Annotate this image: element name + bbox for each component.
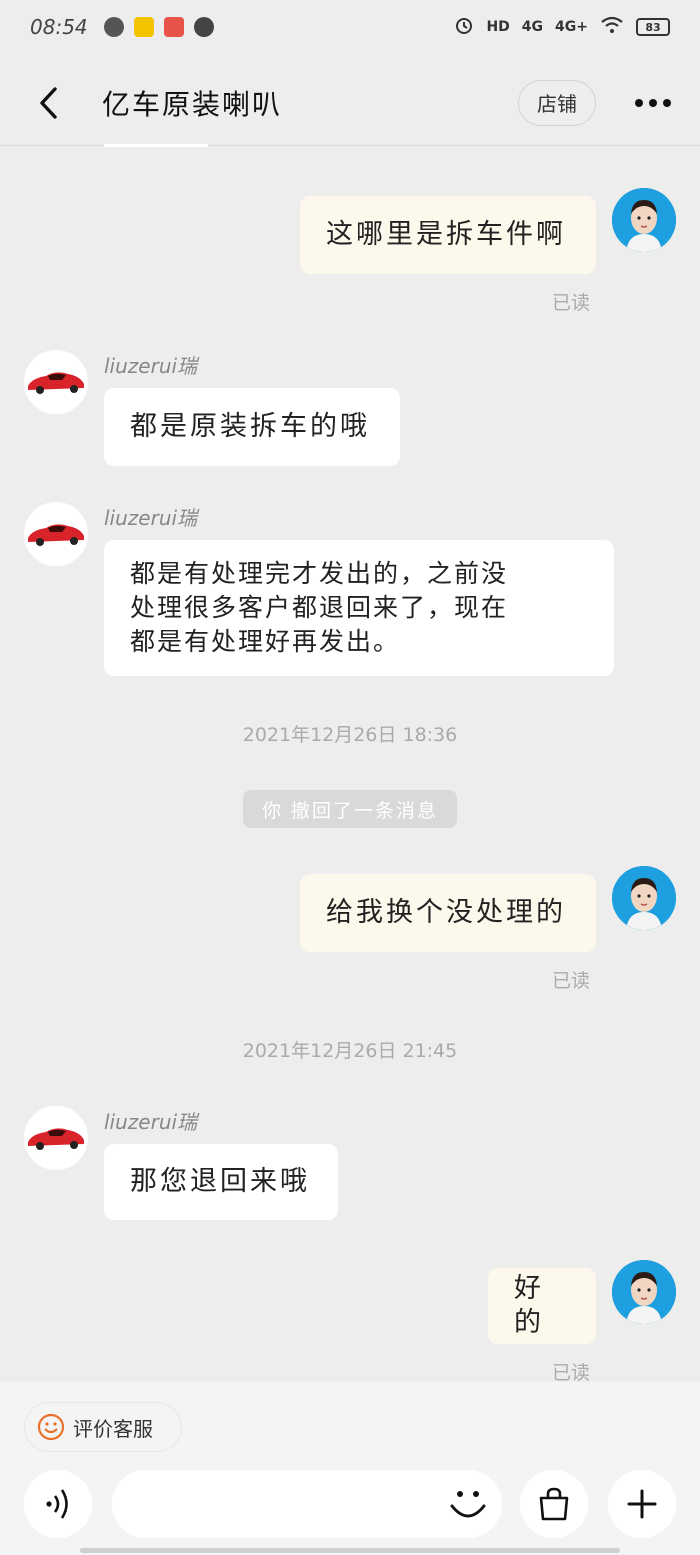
message-text: 给我换个没处理的	[326, 897, 566, 928]
message-text: 那您退回来哦	[130, 1166, 310, 1197]
read-receipt: 已读	[552, 1362, 591, 1384]
read-receipt: 已读	[552, 970, 591, 992]
input-row	[0, 1470, 700, 1542]
rate-service-button[interactable]: 评价客服	[24, 1402, 182, 1452]
bottom-bar: 评价客服	[0, 1382, 700, 1555]
incoming-message-bubble[interactable]: 都是有处理完才发出的，之前没 处理很多客户都退回来了，现在 都是有处理好再发出。	[104, 540, 614, 676]
sender-name: liuzerui瑞	[104, 354, 198, 378]
wifi-icon	[600, 16, 624, 38]
header-underline	[104, 144, 208, 147]
user-avatar[interactable]	[612, 188, 676, 252]
voice-wave-icon	[46, 1489, 68, 1519]
outgoing-message-bubble[interactable]: 这哪里是拆车件啊	[300, 196, 596, 274]
message-text-line: 处理很多客户都退回来了，现在	[130, 593, 509, 622]
status-bar: 08:54 HD 4G 4G+ 83	[0, 0, 700, 54]
timestamp: 2021年12月26日 18:36	[242, 724, 458, 746]
red-car-icon	[24, 1106, 88, 1170]
plus-icon	[627, 1489, 657, 1519]
message-text-line: 都是有处理好再发出。	[130, 627, 401, 656]
more-dots-icon	[635, 98, 671, 107]
home-indicator	[80, 1548, 620, 1553]
red-car-icon	[24, 350, 88, 414]
signal-4g-label: 4G	[521, 19, 544, 35]
message-text: 都是原装拆车的哦	[130, 411, 370, 442]
child-portrait-icon	[612, 866, 676, 930]
sender-name: liuzerui瑞	[104, 506, 198, 530]
hd-signal-label: HD	[486, 19, 510, 35]
signal-4g-plus-label: 4G+	[555, 19, 588, 35]
page-title: 亿车原装喇叭	[102, 87, 283, 121]
user-avatar[interactable]	[612, 866, 676, 930]
sender-name: liuzerui瑞	[104, 1110, 198, 1134]
message-text: 这哪里是拆车件啊	[326, 219, 566, 250]
emoji-button[interactable]	[444, 1478, 492, 1530]
back-button[interactable]	[28, 83, 68, 123]
message-list[interactable]: 这哪里是拆车件啊 已读 liuzerui瑞 都是原装拆车的哦 liuzerui瑞…	[0, 148, 700, 1384]
message-text: 好的	[514, 1273, 544, 1338]
alarm-icon	[454, 15, 474, 39]
status-time: 08:54	[30, 15, 88, 39]
compass-icon	[193, 17, 214, 37]
status-right: HD 4G 4G+ 83	[454, 15, 670, 39]
timestamp: 2021年12月26日 21:45	[242, 1040, 458, 1062]
recall-notice: 你 撤回了一条消息	[243, 790, 457, 828]
meituan-icon	[133, 17, 154, 37]
outgoing-message-bubble[interactable]: 给我换个没处理的	[300, 874, 596, 952]
battery-indicator: 83	[636, 18, 670, 36]
add-more-button[interactable]	[608, 1470, 676, 1538]
smile-icon	[37, 1413, 65, 1441]
more-options-button[interactable]	[634, 88, 672, 118]
emoji-face-icon	[450, 1491, 486, 1518]
product-button[interactable]	[520, 1470, 588, 1538]
seller-avatar[interactable]	[24, 502, 88, 566]
rate-service-label: 评价客服	[73, 1416, 153, 1441]
back-arrow-icon	[40, 86, 57, 119]
seller-avatar[interactable]	[24, 1106, 88, 1170]
app-notification-icon	[163, 17, 184, 37]
incoming-message-bubble[interactable]: 都是原装拆车的哦	[104, 388, 400, 466]
message-text-line: 都是有处理完才发出的，之前没	[130, 559, 509, 588]
chat-header: 亿车原装喇叭 店铺	[0, 60, 700, 146]
incoming-message-bubble[interactable]: 那您退回来哦	[104, 1144, 338, 1220]
read-receipt: 已读	[552, 292, 591, 314]
outgoing-message-bubble[interactable]: 好的	[488, 1268, 596, 1344]
wechat-icon	[103, 17, 124, 37]
shop-button[interactable]: 店铺	[518, 79, 596, 126]
shopping-bag-icon	[539, 1487, 569, 1521]
child-portrait-icon	[612, 188, 676, 252]
red-car-icon	[24, 502, 88, 566]
child-portrait-icon	[612, 1260, 676, 1324]
notification-icons	[103, 17, 214, 37]
user-avatar[interactable]	[612, 1260, 676, 1324]
voice-button[interactable]	[24, 1470, 92, 1538]
seller-avatar[interactable]	[24, 350, 88, 414]
